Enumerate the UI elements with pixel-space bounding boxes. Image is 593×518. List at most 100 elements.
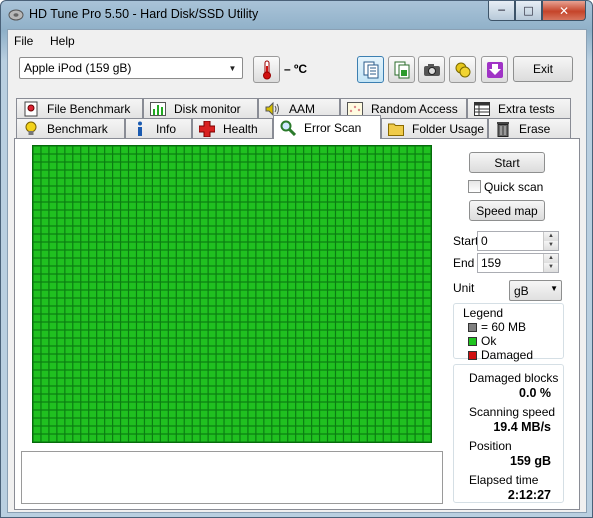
scan-block — [137, 386, 144, 394]
start-button[interactable]: Start — [469, 152, 545, 173]
exit-button[interactable]: Exit — [513, 56, 573, 82]
scan-block — [176, 338, 184, 346]
scan-block — [320, 298, 327, 306]
end-spinner[interactable]: ▲ ▼ — [543, 254, 558, 272]
scan-block — [320, 306, 327, 314]
spin-up-icon[interactable]: ▲ — [543, 254, 558, 263]
scan-block — [280, 234, 288, 242]
tab-folder-usage[interactable]: Folder Usage — [381, 118, 488, 138]
scan-block — [264, 226, 272, 234]
scan-block — [320, 178, 327, 186]
spin-up-icon[interactable]: ▲ — [543, 232, 558, 241]
scan-block — [49, 370, 57, 378]
tab-error-scan[interactable]: Error Scan — [273, 115, 381, 139]
close-button[interactable]: ✕ — [542, 1, 586, 21]
tab-health[interactable]: Health — [192, 118, 273, 138]
scan-block — [344, 210, 351, 218]
scan-block — [407, 298, 415, 306]
scan-block — [176, 170, 184, 178]
scan-block — [359, 234, 367, 242]
scan-block — [248, 418, 256, 426]
title-bar[interactable]: HD Tune Pro 5.50 - Hard Disk/SSD Utility… — [1, 1, 592, 29]
start-spinner[interactable]: ▲ ▼ — [543, 232, 558, 250]
scan-block — [328, 354, 335, 362]
scan-block — [399, 234, 407, 242]
scan-block — [121, 234, 128, 242]
tab-erase[interactable]: Erase — [488, 118, 571, 138]
scan-block — [184, 234, 192, 242]
scan-block — [105, 178, 112, 186]
spin-down-icon[interactable]: ▼ — [543, 263, 558, 272]
save-button[interactable] — [481, 56, 508, 83]
scan-block — [184, 210, 192, 218]
spin-down-icon[interactable]: ▼ — [543, 241, 558, 250]
scan-block — [272, 418, 280, 426]
unit-select[interactable]: gB ▼ — [509, 280, 562, 301]
scan-block — [248, 274, 256, 282]
scan-block — [320, 226, 327, 234]
scan-block — [41, 322, 49, 330]
menu-help[interactable]: Help — [50, 34, 75, 48]
scan-block — [248, 250, 256, 258]
scan-block — [399, 218, 407, 226]
scan-block — [216, 146, 224, 154]
scan-block — [200, 290, 208, 298]
scan-block — [272, 402, 280, 410]
scan-block — [105, 370, 112, 378]
scan-block — [248, 162, 256, 170]
quick-scan-checkbox[interactable] — [468, 180, 481, 193]
scan-block — [320, 282, 327, 290]
scan-block — [41, 394, 49, 402]
scan-block — [383, 290, 391, 298]
tab-file-benchmark[interactable]: File Benchmark — [16, 98, 143, 118]
scan-block — [216, 370, 224, 378]
screenshot-button[interactable] — [418, 56, 445, 83]
scan-block — [73, 394, 81, 402]
start-field[interactable]: 0 ▲ ▼ — [477, 231, 559, 251]
options-button[interactable] — [449, 56, 476, 83]
scan-block — [320, 194, 327, 202]
menu-file[interactable]: File — [14, 34, 33, 48]
speed-map-button[interactable]: Speed map — [469, 200, 545, 221]
scan-block — [216, 202, 224, 210]
scan-block — [328, 306, 335, 314]
scan-block — [192, 338, 200, 346]
minimize-button[interactable]: ─ — [488, 1, 515, 21]
scan-block — [336, 162, 343, 170]
temperature-button[interactable] — [253, 56, 280, 83]
tab-benchmark[interactable]: Benchmark — [16, 118, 125, 138]
drive-select[interactable]: Apple iPod (159 gB) ▼ — [19, 57, 243, 79]
scan-block — [272, 218, 280, 226]
scan-block — [49, 290, 57, 298]
scan-block — [359, 314, 367, 322]
tab-disk-monitor[interactable]: Disk monitor — [143, 98, 258, 118]
scan-block — [240, 274, 248, 282]
scan-block — [57, 346, 65, 354]
scan-block — [33, 322, 41, 330]
scan-block — [137, 178, 144, 186]
scan-block — [288, 266, 296, 274]
copy-image-button[interactable] — [388, 56, 415, 83]
scan-block — [153, 402, 160, 410]
scan-block — [248, 402, 256, 410]
scan-block — [328, 274, 335, 282]
end-field[interactable]: 159 ▲ ▼ — [477, 253, 559, 273]
scan-block — [41, 194, 49, 202]
scan-block — [192, 410, 200, 418]
scan-block — [168, 306, 176, 314]
scan-block — [344, 250, 351, 258]
lightbulb-icon — [23, 121, 39, 137]
scan-block — [168, 226, 176, 234]
scan-block — [81, 394, 89, 402]
scan-block — [97, 378, 105, 386]
copy-text-button[interactable] — [357, 56, 384, 83]
scan-block — [232, 346, 240, 354]
scan-block — [272, 258, 280, 266]
scan-block — [153, 418, 160, 426]
scan-block — [312, 250, 319, 258]
scan-block — [129, 346, 136, 354]
tab-extra-tests[interactable]: Extra tests — [467, 98, 571, 118]
tab-info[interactable]: Info — [125, 118, 192, 138]
maximize-button[interactable]: □ — [515, 1, 542, 21]
scan-block — [121, 242, 128, 250]
